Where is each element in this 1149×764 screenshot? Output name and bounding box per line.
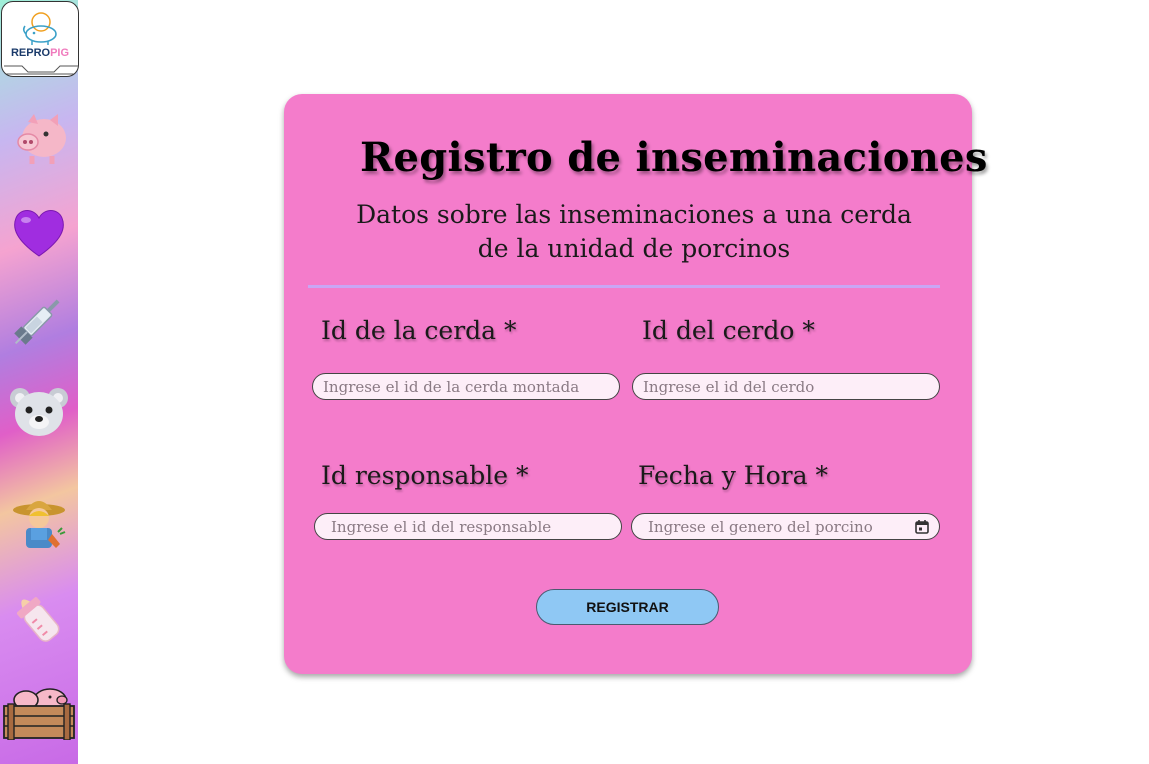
responsable-id-label: Id responsable * xyxy=(321,461,529,490)
pig-face-icon[interactable] xyxy=(8,110,70,166)
baby-bottle-icon[interactable] xyxy=(8,592,70,648)
cerda-id-input[interactable] xyxy=(312,373,620,400)
logo-pig-icon xyxy=(22,12,57,45)
farmer-icon[interactable] xyxy=(8,494,70,550)
calendar-icon[interactable] xyxy=(914,519,930,535)
form-title: Registro de inseminaciones xyxy=(360,134,988,181)
register-button[interactable]: REGISTRAR xyxy=(536,589,719,625)
fecha-hora-input[interactable] xyxy=(631,513,940,540)
form-subtitle-line2: de la unidad de porcinos xyxy=(477,234,791,263)
insemination-form-card: Registro de inseminaciones Datos sobre l… xyxy=(284,94,988,674)
syringe-icon[interactable] xyxy=(8,292,70,348)
fecha-hora-label: Fecha y Hora * xyxy=(638,461,828,490)
responsable-id-input[interactable] xyxy=(314,513,622,540)
app-logo[interactable]: REPROPIG xyxy=(1,1,79,77)
pig-pen-icon[interactable] xyxy=(2,684,76,740)
purple-heart-icon[interactable] xyxy=(8,204,70,260)
form-subtitle-line1: Datos sobre las inseminaciones a una cer… xyxy=(356,200,912,229)
form-subtitle: Datos sobre las inseminaciones a una cer… xyxy=(324,198,944,266)
logo-circuit-decoration xyxy=(4,65,78,75)
sidebar: REPROPIG xyxy=(0,0,79,764)
cerdo-id-input[interactable] xyxy=(632,373,940,400)
form-divider xyxy=(308,285,940,288)
logo-text: REPROPIG xyxy=(10,47,70,59)
bear-face-icon[interactable] xyxy=(8,384,70,440)
cerdo-id-label: Id del cerdo * xyxy=(642,316,815,345)
cerda-id-label: Id de la cerda * xyxy=(321,316,517,345)
